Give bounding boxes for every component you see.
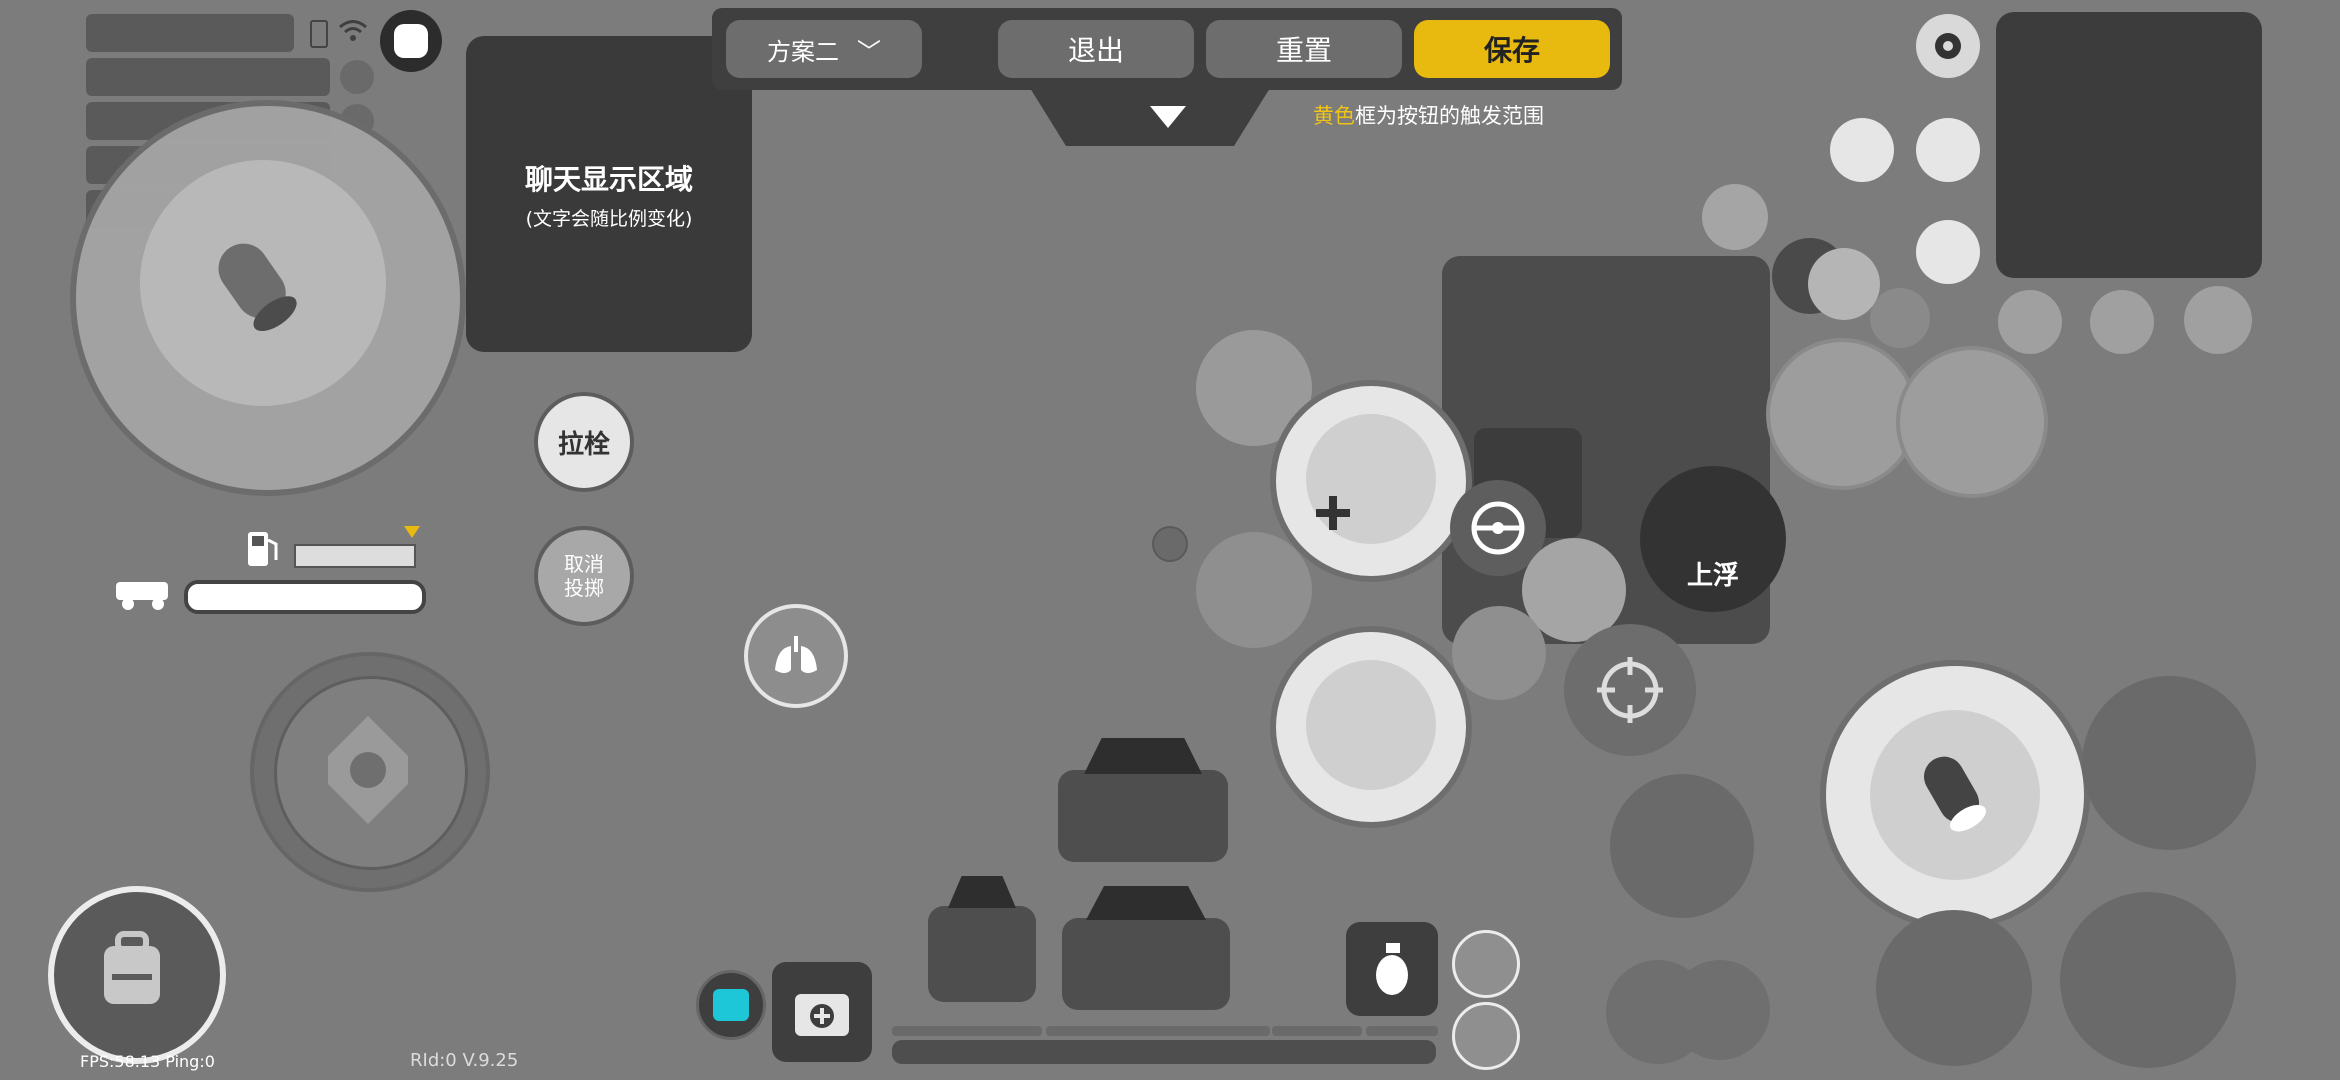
wifi-icon: [339, 20, 367, 41]
medkit-button[interactable]: [772, 962, 872, 1062]
settings-button[interactable]: [1916, 14, 1980, 78]
status-bar-1: [86, 14, 294, 52]
weapon-slot-2[interactable]: [928, 906, 1036, 1002]
chat-display-area: 聊天显示区域 (文字会随比例变化): [466, 36, 752, 352]
vehicle-icon: [116, 582, 168, 610]
minimap-area: [1996, 12, 2262, 278]
lungs-icon: [775, 636, 817, 673]
emote-button[interactable]: [2090, 290, 2154, 354]
trigger-hint: 黄色框为按钮的触发范围: [1313, 100, 1544, 130]
lean-left-button[interactable]: [1766, 338, 1918, 490]
weapon-slot-2-top: [948, 876, 1016, 908]
seat-switch-button[interactable]: [1196, 532, 1312, 648]
bottom-bar-3: [1272, 1026, 1362, 1036]
hint-text: 框为按钮的触发范围: [1355, 104, 1544, 128]
bottom-bar-4: [1366, 1026, 1438, 1036]
grenade-icon: [1376, 943, 1408, 995]
microphone-button[interactable]: [1916, 220, 1980, 284]
cancel-throw-button[interactable]: 取消投掷: [534, 526, 634, 626]
version-readout: RId:0 V.9.25: [410, 1050, 519, 1071]
fuel-icon: [248, 532, 278, 566]
scheme-label: 方案二: [767, 37, 839, 66]
float-up-button[interactable]: 上浮: [1640, 466, 1786, 612]
grenade-button[interactable]: [1346, 922, 1438, 1016]
helmet-button[interactable]: [1452, 930, 1520, 998]
bottom-long-bar: [892, 1040, 1436, 1064]
weapon-slot-1[interactable]: [1058, 770, 1228, 862]
jump-button[interactable]: [2082, 676, 2256, 850]
backpack-icon: [104, 931, 160, 1004]
chat-title: 聊天显示区域: [524, 162, 693, 196]
crouch-button[interactable]: [1876, 910, 2032, 1066]
lungs-button[interactable]: [744, 604, 848, 708]
speaker-button[interactable]: [1916, 118, 1980, 182]
vest-button[interactable]: [1452, 1002, 1520, 1070]
outfit-button[interactable]: [696, 970, 766, 1040]
fps-readout: FPS:58.13 Ping:0: [80, 1052, 215, 1071]
status-dot-1: [340, 60, 374, 94]
bottom-bar-1: [892, 1026, 1042, 1036]
emoji-face-icon[interactable]: [380, 10, 442, 72]
bottom-bar-2: [1046, 1026, 1270, 1036]
status-bar-2: [86, 58, 330, 96]
hint-highlight: 黄色: [1313, 104, 1355, 128]
settings-gear-icon: [1935, 33, 1961, 59]
small-target-icon[interactable]: [1152, 526, 1188, 562]
medkit-icon: [795, 994, 849, 1036]
exit-door-button[interactable]: [1830, 118, 1894, 182]
cancel-throw-label: 取消投掷: [564, 552, 604, 600]
prone-button[interactable]: [2060, 892, 2236, 1068]
chat-subtitle: (文字会随比例变化): [525, 207, 693, 230]
chevron-down-icon: ﹀: [857, 37, 881, 66]
bullet-icon-main: [1924, 756, 1987, 832]
bolt-button[interactable]: 拉栓: [534, 392, 634, 492]
chat-bubble-button[interactable]: [2184, 286, 2252, 354]
exit-label: 退出: [1067, 34, 1124, 67]
triangle-down-icon: [1150, 106, 1186, 128]
reset-button[interactable]: 重置: [1206, 20, 1402, 78]
melee-button[interactable]: [1610, 774, 1754, 918]
steering-wheel-icon: [1471, 501, 1525, 555]
scheme-dropdown[interactable]: 方案二 ﹀: [726, 20, 922, 78]
battery-icon: [310, 20, 328, 48]
chicken-button[interactable]: [1702, 184, 1768, 250]
vehicle-health-bar: [184, 580, 426, 614]
dpad-icon: [328, 716, 408, 824]
fuel-gauge: [294, 544, 416, 568]
weapon-slot-3-top: [1086, 886, 1206, 920]
save-button[interactable]: 保存: [1414, 20, 1610, 78]
bolt-button-label: 拉栓: [557, 429, 610, 460]
save-label: 保存: [1483, 34, 1540, 67]
rescue-hands-inner: [1306, 660, 1436, 790]
exit-button[interactable]: 退出: [998, 20, 1194, 78]
aim-crosshair-button[interactable]: [1564, 624, 1696, 756]
shirt-icon: [713, 989, 749, 1021]
float-up-label: 上浮: [1686, 561, 1739, 591]
crosshair-icon: [1597, 657, 1663, 723]
robot-button[interactable]: [1670, 960, 1770, 1060]
plus-icon: [1316, 496, 1350, 530]
lean-right-button[interactable]: [1896, 346, 2048, 498]
dance-button[interactable]: [1998, 290, 2062, 354]
ammo-count-button[interactable]: [1808, 248, 1880, 320]
seat-button[interactable]: [1452, 606, 1546, 700]
reset-label: 重置: [1275, 34, 1332, 67]
fuel-gauge-marker: [404, 526, 420, 538]
eye-button[interactable]: [1870, 288, 1930, 348]
weapon-slot-3[interactable]: [1062, 918, 1230, 1010]
weapon-slot-1-top: [1084, 738, 1202, 774]
bullet-icon: [218, 243, 297, 332]
